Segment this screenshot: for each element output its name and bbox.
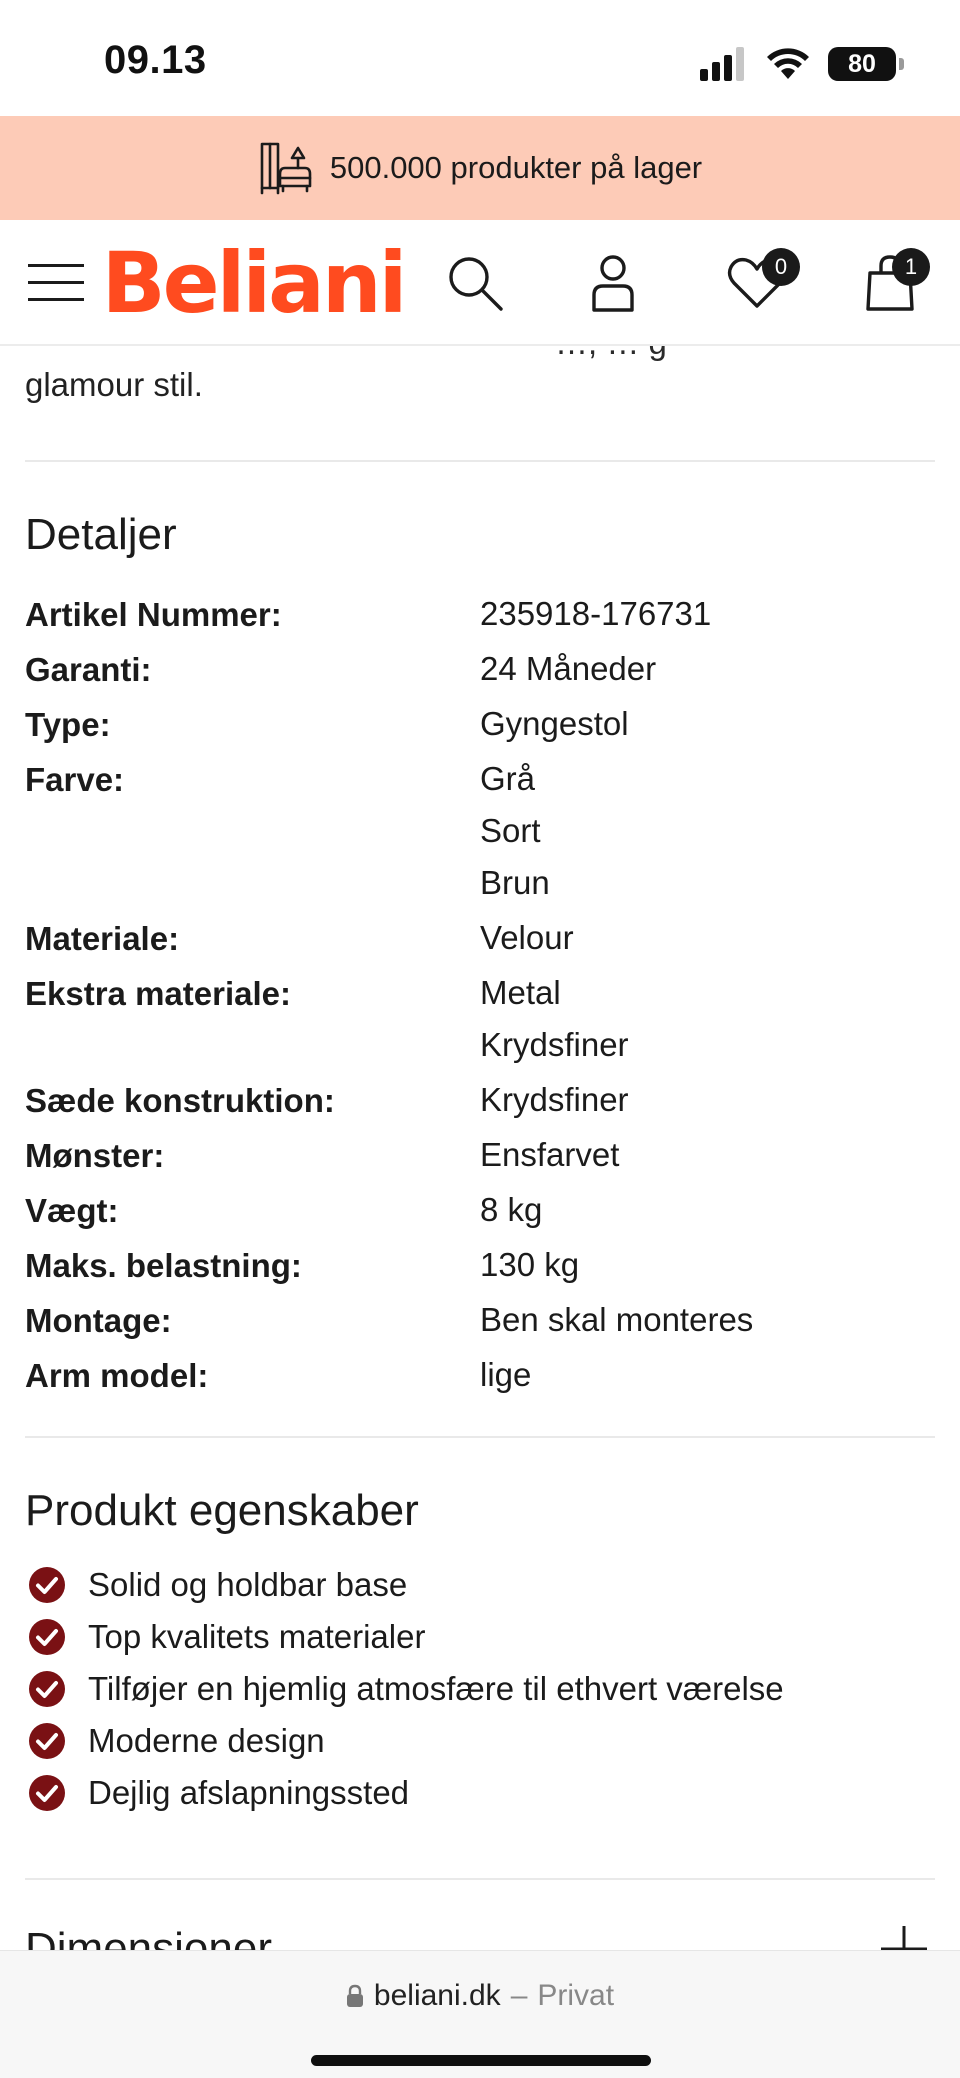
check-circle-icon — [29, 1723, 65, 1759]
detail-value: Brun — [480, 864, 550, 901]
detail-row: Maks. belastning: 130 kg — [25, 1243, 935, 1291]
signal-icon — [700, 47, 744, 81]
description-cut-text: …, … g — [555, 346, 667, 362]
status-time: 09.13 — [104, 38, 207, 82]
detail-label: Maks. belastning: — [25, 1247, 302, 1284]
description-text: glamour stil. — [25, 366, 203, 403]
browser-address-bar[interactable]: beliani.dk – Privat — [0, 1950, 960, 2078]
detail-label: Mønster: — [25, 1137, 165, 1174]
check-circle-icon — [29, 1619, 65, 1655]
detail-value: 130 kg — [480, 1246, 580, 1283]
feature-text: Tilføjer en hjemlig atmosfære til ethver… — [88, 1670, 784, 1707]
plus-icon[interactable] — [879, 1924, 929, 1950]
status-bar: 09.13 80 — [0, 0, 960, 116]
logo-text: Beliani — [101, 234, 408, 332]
feature-item: Solid og holdbar base — [25, 1559, 935, 1611]
feature-item: Dejlig afslapningssted — [25, 1767, 935, 1819]
detail-row: Ekstra materiale: Metal Krydsfiner — [25, 971, 935, 1071]
detail-row: Farve: Grå Sort Brun — [25, 757, 935, 909]
feature-text: Solid og holdbar base — [88, 1566, 408, 1603]
detail-value: Grå — [480, 760, 536, 797]
promo-banner[interactable]: 500.000 produkter på lager — [0, 116, 960, 220]
dimensions-toggle[interactable]: Dimensioner — [25, 1924, 272, 1950]
detail-label: Sæde konstruktion: — [25, 1082, 335, 1119]
check-circle-icon — [29, 1775, 65, 1811]
detail-label: Arm model: — [25, 1357, 209, 1394]
feature-text: Top kvalitets materialer — [88, 1618, 426, 1655]
detail-label: Materiale: — [25, 920, 180, 957]
feature-item: Tilføjer en hjemlig atmosfære til ethver… — [25, 1663, 935, 1715]
feature-text: Dejlig afslapningssted — [88, 1774, 410, 1811]
detail-row: Garanti: 24 Måneder — [25, 647, 935, 695]
furniture-icon — [260, 142, 312, 195]
features-list: Solid og holdbar base Top kvalitets mate… — [25, 1559, 935, 1819]
hamburger-icon — [28, 264, 84, 301]
home-indicator[interactable] — [311, 2055, 651, 2066]
detail-row: Vægt: 8 kg — [25, 1188, 935, 1236]
detail-value: Krydsfiner — [480, 1026, 629, 1063]
promo-text: 500.000 produkter på lager — [329, 150, 703, 185]
detail-label: Farve: — [25, 761, 125, 798]
wishlist-count-badge: 0 — [762, 248, 800, 286]
detail-row: Montage: Ben skal monteres — [25, 1298, 935, 1346]
detail-label: Montage: — [25, 1302, 172, 1339]
url-separator: – — [510, 1979, 528, 2012]
detail-value: Ben skal monteres — [480, 1301, 754, 1338]
features-title: Produkt egenskaber — [25, 1486, 419, 1535]
battery-icon: 80 — [828, 47, 904, 81]
url-display[interactable]: beliani.dk – Privat — [0, 1979, 960, 2013]
search-icon — [449, 257, 503, 311]
detail-row: Artikel Nummer: 235918-176731 — [25, 592, 935, 640]
details-title: Detaljer — [25, 510, 177, 559]
wifi-icon — [767, 48, 809, 79]
detail-value: Velour — [480, 919, 574, 956]
site-header: Beliani 0 1 — [0, 220, 960, 346]
menu-button[interactable] — [24, 220, 88, 346]
divider — [25, 1436, 935, 1438]
account-button[interactable] — [578, 220, 648, 346]
detail-value: lige — [480, 1356, 532, 1393]
check-circle-icon — [29, 1671, 65, 1707]
private-mode-label: Privat — [537, 1979, 615, 2012]
feature-item: Top kvalitets materialer — [25, 1611, 935, 1663]
divider — [25, 460, 935, 462]
detail-label: Vægt: — [25, 1192, 119, 1229]
detail-row: Materiale: Velour — [25, 916, 935, 964]
check-circle-icon — [29, 1567, 65, 1603]
detail-row: Arm model: lige — [25, 1353, 935, 1401]
logo[interactable]: Beliani — [102, 220, 408, 346]
lock-icon — [346, 1984, 363, 2007]
detail-value: Gyngestol — [480, 705, 629, 742]
detail-row: Type: Gyngestol — [25, 702, 935, 750]
user-icon — [592, 255, 634, 312]
url-domain: beliani.dk — [373, 1979, 501, 2012]
detail-label: Type: — [25, 706, 111, 743]
detail-value: 24 Måneder — [480, 650, 657, 687]
wishlist-button[interactable]: 0 — [712, 220, 802, 346]
detail-value: Ensfarvet — [480, 1136, 620, 1173]
cart-button[interactable]: 1 — [850, 220, 930, 346]
detail-value: Metal — [480, 974, 561, 1011]
detail-row: Mønster: Ensfarvet — [25, 1133, 935, 1181]
detail-label: Artikel Nummer: — [25, 596, 282, 633]
detail-row: Sæde konstruktion: Krydsfiner — [25, 1078, 935, 1126]
detail-label: Garanti: — [25, 651, 152, 688]
search-button[interactable] — [440, 220, 510, 346]
cart-count-badge: 1 — [892, 248, 930, 286]
detail-label: Ekstra materiale: — [25, 975, 291, 1012]
detail-value: 235918-176731 — [480, 595, 712, 632]
status-icons: 80 — [700, 44, 904, 84]
divider — [25, 1878, 935, 1880]
details-table: Artikel Nummer: 235918-176731 Garanti: 2… — [25, 592, 935, 1408]
feature-item: Moderne design — [25, 1715, 935, 1767]
detail-value: 8 kg — [480, 1191, 543, 1228]
product-info: …, … g glamour stil. Detaljer Artikel Nu… — [25, 346, 935, 1950]
detail-value: Sort — [480, 812, 541, 849]
detail-value: Krydsfiner — [480, 1081, 629, 1118]
feature-text: Moderne design — [88, 1722, 325, 1759]
